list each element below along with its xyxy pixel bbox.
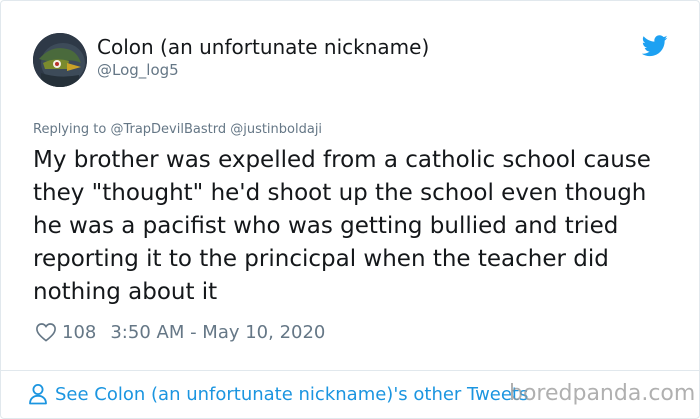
avatar-image	[33, 33, 87, 87]
tweet-meta: 108 3:50 AM - May 10, 2020	[35, 319, 325, 345]
like-count[interactable]: 108	[62, 322, 96, 343]
reply-to-handles[interactable]: @TrapDevilBastrd @justinboldaji	[110, 122, 322, 137]
tweet-text: My brother was expelled from a catholic …	[33, 147, 651, 305]
reply-context: Replying to @TrapDevilBastrd @justinbold…	[33, 122, 322, 137]
divider	[1, 370, 699, 371]
user-handle[interactable]: @Log_log5	[97, 61, 179, 79]
other-tweets-link[interactable]: See Colon (an unfortunate nickname)'s ot…	[28, 383, 528, 405]
twitter-bird-icon[interactable]	[642, 35, 668, 57]
display-name[interactable]: Colon (an unfortunate nickname)	[97, 35, 429, 59]
other-tweets-label[interactable]: See Colon (an unfortunate nickname)'s ot…	[55, 384, 528, 405]
heart-icon[interactable]	[35, 322, 57, 342]
tweet-card: Colon (an unfortunate nickname) @Log_log…	[0, 0, 700, 419]
avatar[interactable]	[33, 33, 87, 87]
timestamp[interactable]: 3:50 AM - May 10, 2020	[110, 322, 325, 343]
reply-prefix: Replying to	[33, 122, 107, 137]
person-icon	[29, 384, 47, 405]
watermark: boredpanda.com	[509, 381, 696, 406]
